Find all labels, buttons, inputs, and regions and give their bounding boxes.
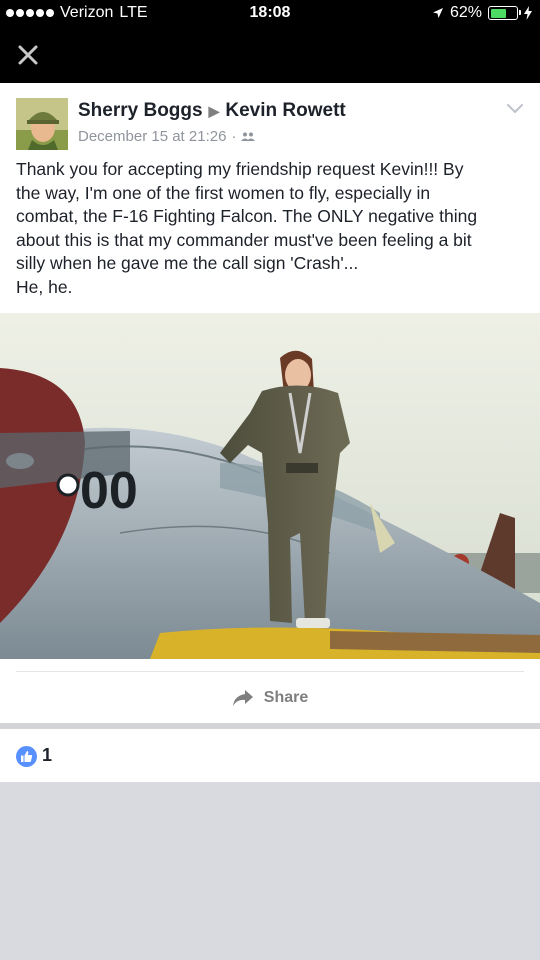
action-divider <box>16 671 524 672</box>
like-count[interactable]: 1 <box>42 745 52 766</box>
thumbs-up-icon <box>16 746 37 767</box>
post-text-line: the way, I'm one of the first women to f… <box>16 182 431 203</box>
avatar[interactable] <box>16 98 68 150</box>
author-name[interactable]: Sherry Boggs <box>78 100 203 122</box>
close-button[interactable] <box>14 41 42 69</box>
post-body: Thank you for accepting my friendship re… <box>16 158 526 299</box>
post-timestamp[interactable]: December 15 at 21:26 <box>78 128 226 145</box>
post-photo[interactable]: 00 <box>0 313 540 659</box>
reactions-bar[interactable]: 1 <box>0 729 540 782</box>
photo-viewer-top-bar <box>0 27 540 83</box>
status-right: 62% <box>432 4 532 22</box>
post-text-line: Thank you for accepting my friendship re… <box>16 159 464 179</box>
arrow-right-icon: ▶ <box>208 102 220 119</box>
close-icon <box>18 45 38 65</box>
post-text-line: silly when he gave me the call sign 'Cra… <box>16 253 359 273</box>
post-text-line: He, he. <box>16 276 73 297</box>
post-header: Sherry Boggs ▶ Kevin Rowett <box>78 100 346 122</box>
recipient-name[interactable]: Kevin Rowett <box>225 100 345 122</box>
post-meta: December 15 at 21:26 · <box>78 128 256 145</box>
post-card: Sherry Boggs ▶ Kevin Rowett December 15 … <box>0 83 540 723</box>
share-label: Share <box>263 689 309 706</box>
post-text-line: combat, the F-16 Fighting Falcon. The ON… <box>16 206 478 226</box>
battery-icon <box>488 6 521 20</box>
chevron-down-icon <box>507 104 523 114</box>
battery-percent: 62% <box>449 4 482 21</box>
friends-icon <box>241 132 256 141</box>
post-options-button[interactable] <box>506 101 524 115</box>
meta-separator: · <box>231 128 237 145</box>
share-arrow-icon <box>232 690 253 706</box>
lightning-icon <box>524 6 532 20</box>
post-text-line: about this is that my commander must've … <box>16 229 472 250</box>
location-arrow-icon <box>432 8 443 18</box>
status-bar: Verizon LTE 18:08 62% <box>0 0 540 27</box>
share-button[interactable]: Share <box>0 681 540 715</box>
aircraft-number: 00 <box>80 462 138 520</box>
